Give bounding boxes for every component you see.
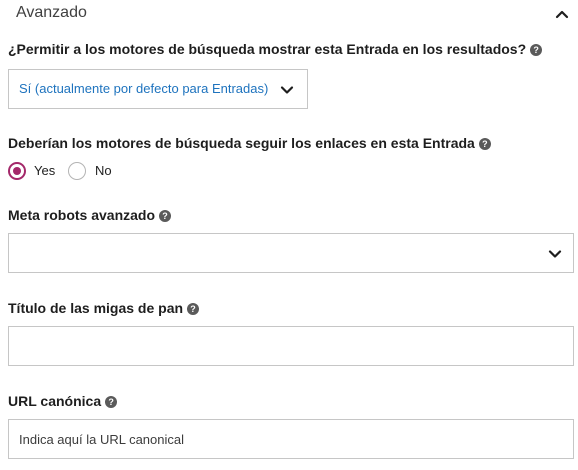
follow-links-label: Deberían los motores de búsqueda seguir … [8,135,491,151]
radio-yes-label[interactable]: Yes [34,163,55,178]
breadcrumb-title-label-text: Título de las migas de pan [8,300,184,316]
radio-no-label[interactable]: No [95,163,112,178]
radio-no[interactable] [68,162,86,180]
help-icon[interactable]: ? [187,303,200,315]
search-visibility-label: ¿Permitir a los motores de búsqueda most… [8,41,543,57]
breadcrumb-title-input[interactable] [8,326,574,366]
section-title: Avanzado [16,4,87,21]
canonical-url-input[interactable] [8,419,574,459]
help-icon[interactable]: ? [105,396,118,408]
search-visibility-select[interactable]: Sí (actualmente por defecto para Entrada… [8,69,308,109]
canonical-url-label-text: URL canónica [8,393,102,409]
follow-links-label-text: Deberían los motores de búsqueda seguir … [8,135,475,151]
search-visibility-value: Sí (actualmente por defecto para Entrada… [19,81,269,96]
chevron-down-icon [280,86,294,94]
help-icon[interactable]: ? [530,44,543,56]
meta-robots-label: Meta robots avanzado? [8,207,172,223]
canonical-url-label: URL canónica? [8,393,118,409]
help-icon[interactable]: ? [478,138,491,150]
meta-robots-select[interactable] [8,233,574,273]
radio-selected-dot [13,167,21,175]
search-visibility-label-text: ¿Permitir a los motores de búsqueda most… [8,41,527,57]
advanced-panel: Avanzado ¿Permitir a los motores de búsq… [0,0,578,470]
chevron-down-icon [548,250,562,258]
meta-robots-label-text: Meta robots avanzado [8,207,156,223]
advanced-section-header[interactable]: Avanzado [0,0,578,28]
breadcrumb-title-label: Título de las migas de pan? [8,300,200,316]
help-icon[interactable]: ? [159,210,172,222]
chevron-up-icon[interactable] [554,6,570,22]
radio-yes[interactable] [8,162,26,180]
